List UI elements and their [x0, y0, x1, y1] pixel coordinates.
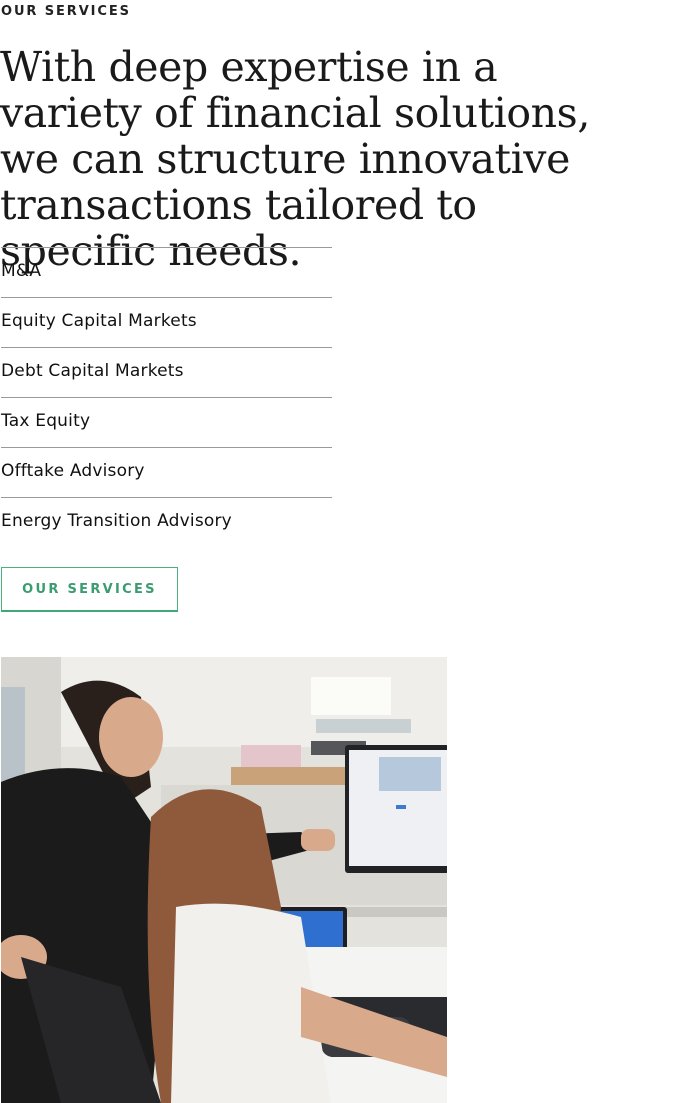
our-services-button[interactable]: OUR SERVICES: [1, 567, 178, 612]
service-label: M&A: [1, 261, 42, 281]
office-photo-illustration: [1, 657, 447, 1103]
services-list: M&A Equity Capital Markets Debt Capital …: [1, 247, 332, 547]
section-headline: With deep expertise in a variety of fina…: [0, 43, 590, 275]
service-item-equity-capital-markets[interactable]: Equity Capital Markets: [1, 297, 332, 347]
service-item-energy-transition-advisory[interactable]: Energy Transition Advisory: [1, 497, 332, 547]
service-item-offtake-advisory[interactable]: Offtake Advisory: [1, 447, 332, 497]
eyebrow-label: OUR SERVICES: [1, 4, 131, 19]
service-label: Energy Transition Advisory: [1, 511, 232, 531]
service-item-debt-capital-markets[interactable]: Debt Capital Markets: [1, 347, 332, 397]
service-item-ma[interactable]: M&A: [1, 247, 332, 297]
service-label: Debt Capital Markets: [1, 361, 184, 381]
service-label: Equity Capital Markets: [1, 311, 197, 331]
service-item-tax-equity[interactable]: Tax Equity: [1, 397, 332, 447]
office-photo: [1, 657, 447, 1103]
service-label: Offtake Advisory: [1, 461, 145, 481]
service-label: Tax Equity: [1, 411, 91, 431]
